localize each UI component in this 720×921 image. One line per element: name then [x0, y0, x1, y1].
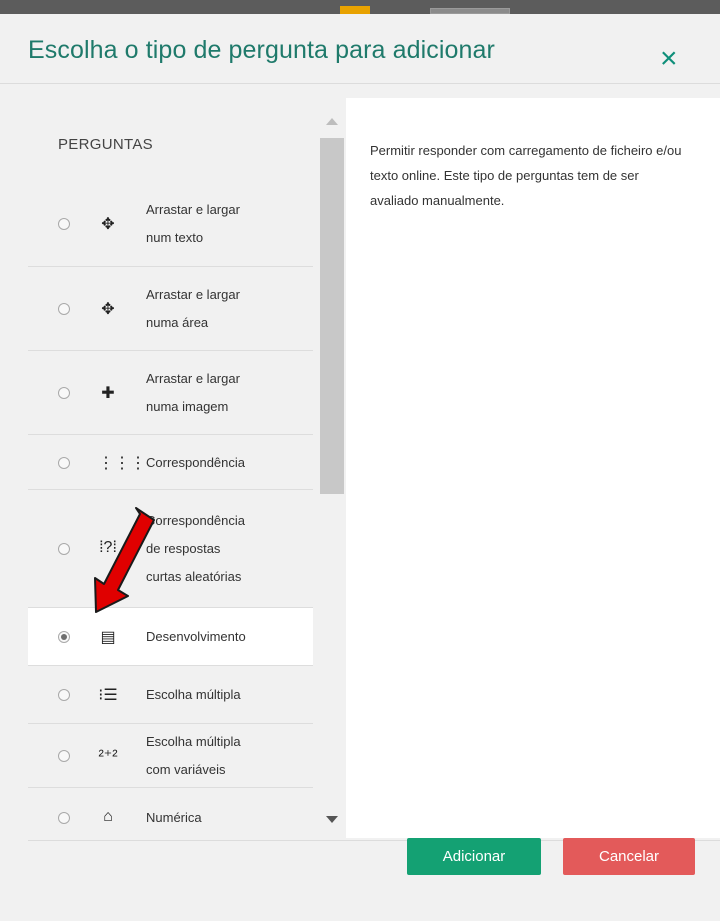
topbar-badge [340, 6, 370, 14]
question-type-label: Correspondência de respostas curtas aleató… [146, 507, 245, 591]
question-type-label-line: Escolha múltipla [146, 734, 241, 749]
question-type-label: Arrastar e largar numa imagem [146, 365, 240, 421]
question-type-item[interactable]: ⁞?⁞ Correspondência de respostas curtas ale… [28, 489, 313, 607]
question-type-radio[interactable] [58, 303, 70, 315]
question-type-item[interactable]: ✥ Arrastar e largar numa área [28, 266, 313, 350]
question-type-label-line: de respostas [146, 541, 221, 556]
question-type-label: Escolha múltipla [146, 681, 241, 709]
question-type-item[interactable]: ²⁺² Escolha múltipla com variáveis [28, 723, 313, 787]
multichoice-icon: ⁝☰ [98, 687, 118, 704]
question-type-radio[interactable] [58, 689, 70, 701]
question-type-label-line: numa imagem [146, 399, 229, 414]
question-type-label-line: Desenvolvimento [146, 629, 246, 644]
question-type-label-line: curtas aleatórias [146, 569, 242, 584]
question-type-radio[interactable] [58, 387, 70, 399]
question-type-label-line: Correspondência [146, 513, 246, 528]
question-type-radio[interactable] [58, 218, 70, 230]
move-icon: ✚ [101, 385, 115, 402]
section-title: PERGUNTAS [58, 136, 153, 153]
question-type-label-line: Escolha múltipla [146, 687, 241, 702]
question-type-label-line: Numérica [146, 810, 202, 825]
question-type-dialog: Escolha o tipo de pergunta para adiciona… [0, 14, 720, 921]
dialog-header: Escolha o tipo de pergunta para adiciona… [0, 14, 720, 84]
dialog-title: Escolha o tipo de pergunta para adiciona… [28, 36, 495, 64]
add-button[interactable]: Adicionar [407, 838, 541, 875]
question-type-radio[interactable] [58, 456, 70, 469]
description-pane: Permitir responder com carregamento de f… [346, 98, 720, 838]
question-type-radio[interactable] [58, 543, 70, 555]
move-icon: ✥ [101, 301, 115, 318]
cancel-button[interactable]: Cancelar [563, 838, 695, 875]
question-type-label-line: Correspondência [146, 454, 246, 470]
scroll-thumb[interactable] [320, 138, 344, 494]
question-type-list: ✥ Arrastar e largar num texto ✥ Arrastar e l… [28, 182, 346, 838]
question-type-label: Arrastar e largar num texto [146, 196, 240, 252]
matching-icon: ⋮⋮⋮ [98, 454, 146, 472]
question-type-label: Arrastar e largar numa área [146, 281, 240, 337]
question-type-item[interactable]: ⌂ Numérica [28, 787, 313, 838]
move-icon: ✥ [101, 216, 115, 233]
page-topbar [0, 0, 720, 14]
question-type-label: Escolha múltipla com variáveis [146, 728, 241, 784]
close-icon[interactable]: × [660, 44, 678, 74]
question-type-item[interactable]: ▤ Desenvolvimento [28, 607, 313, 665]
question-type-label-line: Arrastar e largar [146, 287, 240, 302]
question-type-label-line: num texto [146, 230, 204, 245]
question-type-list-pane: PERGUNTAS ✥ Arrastar e largar num texto ✥ Ar… [28, 98, 346, 838]
question-type-description: Permitir responder com carregamento de f… [370, 143, 682, 208]
calculated-multichoice-icon: ²⁺² [98, 748, 118, 765]
question-type-item[interactable]: ⋮⋮⋮ Correspondência [28, 434, 313, 489]
question-type-label: Correspondência [146, 449, 245, 477]
question-type-radio[interactable] [58, 750, 70, 762]
numerical-icon: ⌂ [103, 808, 113, 825]
scroll-down-arrow-icon[interactable] [326, 816, 338, 823]
question-type-item[interactable]: ✚ Arrastar e largar numa imagem [28, 350, 313, 434]
question-type-radio[interactable] [58, 812, 70, 824]
question-type-item[interactable]: ✥ Arrastar e largar num texto [28, 182, 313, 266]
question-type-label-line: com variáveis [146, 762, 226, 777]
question-type-label: Numérica [146, 804, 202, 832]
scroll-up-arrow-icon[interactable] [326, 118, 338, 125]
question-type-label-line: Arrastar e largar [146, 371, 240, 386]
question-type-label-line: Arrastar e largar [146, 202, 240, 217]
question-type-item[interactable]: ⁝☰ Escolha múltipla [28, 665, 313, 723]
question-type-radio[interactable] [58, 631, 70, 643]
list-scrollbar[interactable] [318, 98, 346, 838]
random-matching-icon: ⁞?⁞ [99, 539, 117, 556]
essay-icon: ▤ [100, 629, 116, 646]
question-type-label: Desenvolvimento [146, 623, 246, 651]
question-type-label-line: numa área [146, 315, 209, 330]
